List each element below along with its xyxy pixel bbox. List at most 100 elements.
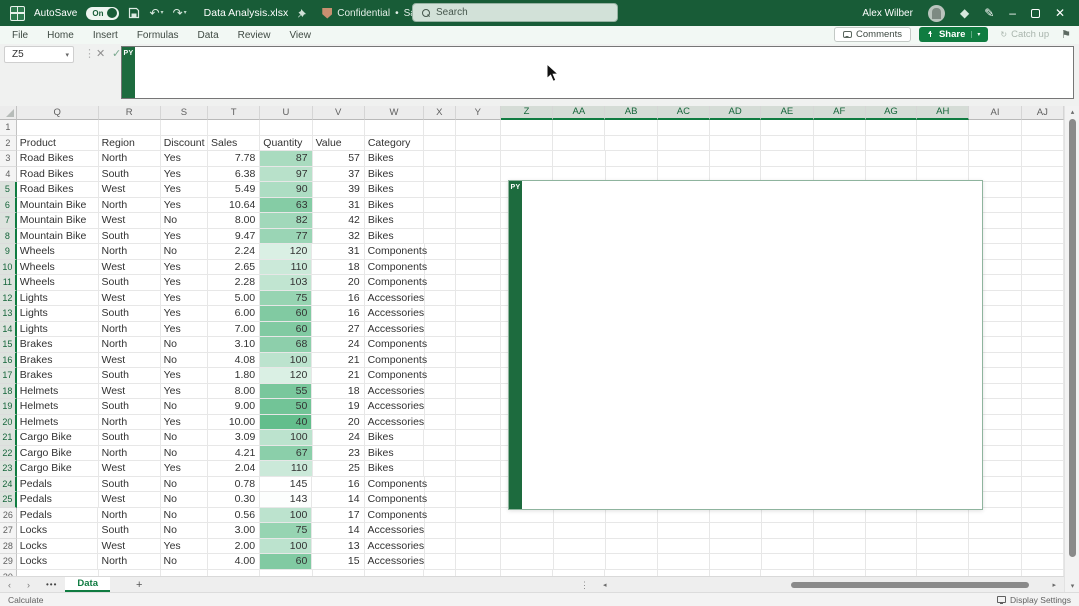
cell-v24[interactable]: 16: [312, 477, 364, 493]
cell-v17[interactable]: 21: [312, 368, 364, 384]
cell-r28[interactable]: West: [98, 539, 160, 555]
cell[interactable]: [866, 554, 917, 570]
cell[interactable]: [814, 539, 866, 555]
cell[interactable]: [710, 554, 761, 570]
catch-up-button[interactable]: ↻ Catch up: [996, 29, 1053, 40]
cell-u7[interactable]: 82: [260, 213, 312, 229]
cell[interactable]: [456, 306, 501, 322]
cell-u24[interactable]: 145: [260, 477, 312, 493]
cell[interactable]: [425, 384, 457, 400]
cell-r24[interactable]: South: [99, 477, 161, 493]
cell[interactable]: [658, 136, 710, 152]
cell-w19[interactable]: Accessories: [365, 399, 425, 415]
cell-t27[interactable]: 3.00: [208, 523, 260, 539]
minimize-button[interactable]: –: [1009, 6, 1016, 20]
column-header-q[interactable]: Q: [17, 106, 99, 120]
redo-button[interactable]: ↷ ▾: [173, 7, 187, 19]
cell-q24[interactable]: Pedals: [17, 477, 99, 493]
cell[interactable]: [605, 120, 657, 136]
cell[interactable]: [425, 337, 457, 353]
cell-q16[interactable]: Brakes: [17, 353, 99, 369]
cell-v4[interactable]: 37: [313, 167, 365, 183]
cell-s29[interactable]: No: [161, 554, 208, 570]
cell-t12[interactable]: 5.00: [208, 291, 260, 307]
cell-t16[interactable]: 4.08: [208, 353, 260, 369]
row-header-22[interactable]: 22: [0, 446, 17, 462]
autosave-toggle[interactable]: On: [86, 7, 119, 20]
cell[interactable]: [425, 399, 457, 415]
cell[interactable]: [866, 539, 917, 555]
cell[interactable]: [814, 120, 866, 136]
cell-q7[interactable]: Mountain Bike: [17, 213, 99, 229]
cell-v23[interactable]: 25: [313, 461, 365, 477]
cell-q9[interactable]: Wheels: [17, 244, 99, 260]
cell[interactable]: [814, 151, 866, 167]
cell[interactable]: [814, 554, 866, 570]
cell[interactable]: [1022, 539, 1064, 555]
scroll-up-icon[interactable]: ▴: [1065, 108, 1079, 116]
cell[interactable]: [1022, 446, 1064, 462]
horizontal-scroll-thumb[interactable]: [791, 582, 1029, 588]
cell-q17[interactable]: Brakes: [17, 368, 99, 384]
cell-t14[interactable]: 7.00: [208, 322, 260, 338]
cell-t24[interactable]: 0.78: [208, 477, 260, 493]
row-header-29[interactable]: 29: [0, 554, 17, 570]
gem-icon[interactable]: ◆: [960, 6, 969, 20]
cell-q10[interactable]: Wheels: [17, 260, 99, 276]
row-header-1[interactable]: 1: [0, 120, 17, 136]
cell[interactable]: [1022, 430, 1064, 446]
cell-v7[interactable]: 42: [313, 213, 365, 229]
cell-s6[interactable]: Yes: [161, 198, 208, 214]
cell[interactable]: [917, 554, 969, 570]
row-header-20[interactable]: 20: [0, 415, 17, 431]
cell[interactable]: [553, 151, 605, 167]
row-header-8[interactable]: 8: [0, 229, 17, 245]
cell-u25[interactable]: 143: [260, 492, 312, 508]
cell[interactable]: [1022, 167, 1064, 183]
cell[interactable]: [1022, 151, 1064, 167]
cell[interactable]: [1022, 415, 1064, 431]
cell-w10[interactable]: Components: [365, 260, 425, 276]
cell-u5[interactable]: 90: [260, 182, 312, 198]
cell-t23[interactable]: 2.04: [208, 461, 260, 477]
cell-u22[interactable]: 67: [260, 446, 312, 462]
new-sheet-button[interactable]: +: [110, 579, 168, 591]
cell-t10[interactable]: 2.65: [208, 260, 260, 276]
cell-w5[interactable]: Bikes: [365, 182, 424, 198]
cell-s26[interactable]: No: [161, 508, 208, 524]
cell-t20[interactable]: 10.00: [208, 415, 260, 431]
cell[interactable]: [814, 136, 866, 152]
pin-icon[interactable]: [297, 8, 307, 19]
cell-r16[interactable]: West: [99, 353, 161, 369]
cell-t3[interactable]: 7.78: [208, 151, 260, 167]
cell-t5[interactable]: 5.49: [208, 182, 260, 198]
cell-v29[interactable]: 15: [312, 554, 364, 570]
select-all-button[interactable]: [0, 106, 17, 120]
cell-t29[interactable]: 4.00: [208, 554, 260, 570]
cell-q25[interactable]: Pedals: [17, 492, 99, 508]
cell[interactable]: [208, 120, 260, 136]
user-name[interactable]: Alex Wilber: [862, 8, 913, 19]
avatar[interactable]: [928, 5, 945, 22]
cell[interactable]: [969, 151, 1021, 167]
column-header-t[interactable]: T: [208, 106, 260, 120]
cell-s17[interactable]: Yes: [161, 368, 208, 384]
cell-t22[interactable]: 4.21: [208, 446, 260, 462]
cell[interactable]: [424, 120, 456, 136]
cell[interactable]: [501, 554, 553, 570]
cell-s11[interactable]: Yes: [161, 275, 208, 291]
cell[interactable]: [501, 120, 553, 136]
cell-s4[interactable]: Yes: [161, 167, 208, 183]
cell-s28[interactable]: Yes: [161, 539, 208, 555]
cell-r6[interactable]: North: [99, 198, 161, 214]
cell[interactable]: [456, 477, 501, 493]
document-title[interactable]: Data Analysis.xlsx: [204, 7, 289, 19]
cell-u16[interactable]: 100: [260, 353, 312, 369]
cell-s19[interactable]: No: [161, 399, 208, 415]
cell[interactable]: [762, 523, 814, 539]
cell-v2[interactable]: Value: [313, 136, 365, 152]
cell-v9[interactable]: 31: [312, 244, 364, 260]
cell-r13[interactable]: South: [99, 306, 161, 322]
cell-u15[interactable]: 68: [260, 337, 312, 353]
column-header-ab[interactable]: AB: [605, 106, 657, 120]
